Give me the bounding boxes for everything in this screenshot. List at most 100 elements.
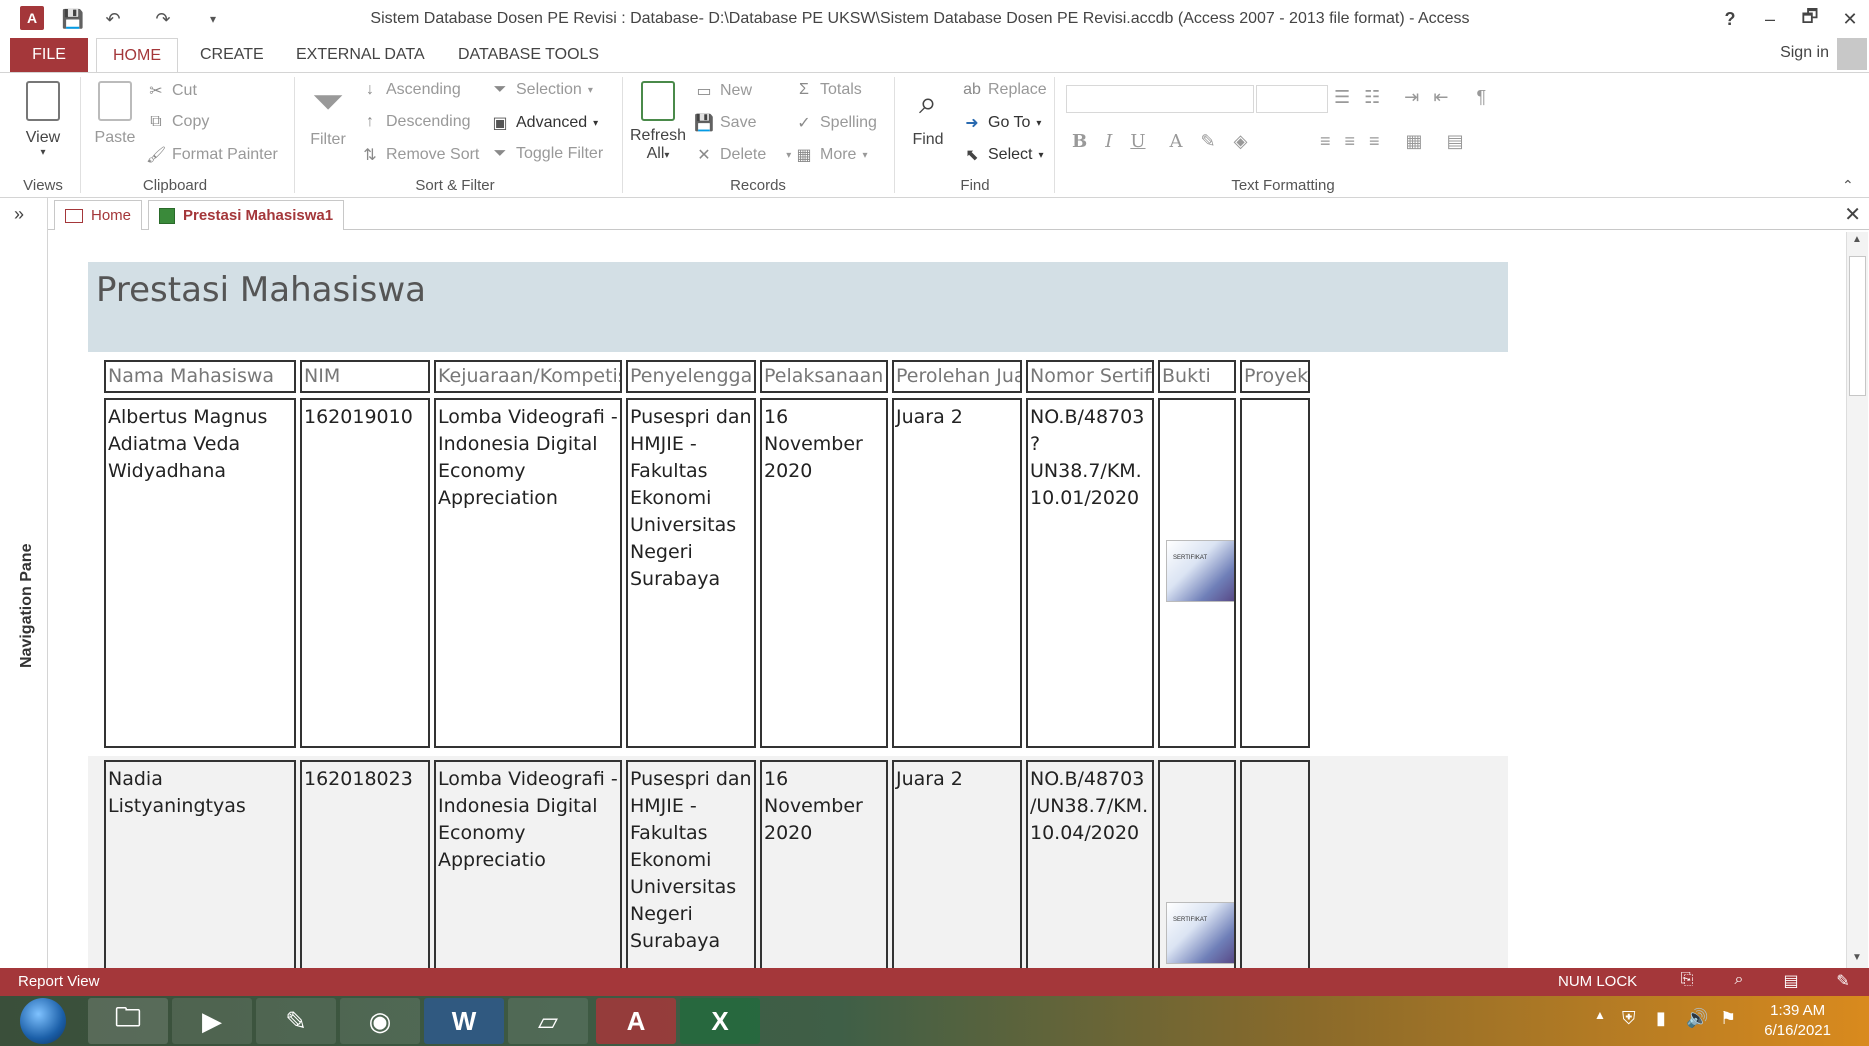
find-button[interactable]: ⌕ Find	[902, 81, 954, 149]
redo-icon[interactable]: ↷	[150, 6, 176, 32]
certificate-thumbnail[interactable]: SERTIFIKAT	[1166, 540, 1234, 602]
tab-file[interactable]: FILE	[10, 38, 88, 72]
advanced-button[interactable]: ▣ Advanced ▾	[490, 113, 598, 133]
new-record-button[interactable]: ▭ New	[694, 81, 752, 101]
undo-icon[interactable]: ↶	[100, 6, 126, 32]
descending-button[interactable]: ↑ Descending	[360, 113, 471, 131]
volume-icon[interactable]: 🔊	[1686, 1008, 1708, 1029]
access-taskbar-icon[interactable]: A	[596, 998, 676, 1044]
paste-button[interactable]: Paste	[90, 81, 140, 147]
file-explorer-icon[interactable]: 🗀	[88, 998, 168, 1044]
gridlines-icon[interactable]: ▦	[1406, 131, 1423, 152]
report-header: Prestasi Mahasiswa	[88, 262, 1508, 352]
indent-decrease-icon[interactable]: ⇤	[1433, 87, 1448, 108]
copy-button[interactable]: ⧉ Copy	[146, 113, 209, 131]
sort-filter-group-label: Sort & Filter	[415, 177, 495, 194]
tab-database-tools[interactable]: DATABASE TOOLS	[442, 38, 615, 72]
print-preview-icon[interactable]: ⌕	[1726, 971, 1752, 993]
format-painter-button[interactable]: 🖌 Format Painter	[146, 145, 278, 165]
tab-external-data[interactable]: EXTERNAL DATA	[280, 38, 441, 72]
start-button-icon[interactable]	[20, 998, 66, 1044]
more-button[interactable]: ▦ More ▾	[794, 145, 867, 165]
save-record-button[interactable]: 💾 Save	[694, 113, 756, 133]
alternate-row-color-icon[interactable]: ▤	[1447, 131, 1464, 152]
numbering-icon[interactable]: ☷	[1364, 87, 1380, 108]
italic-button[interactable]: I	[1105, 131, 1112, 152]
highlight-icon[interactable]: ✎	[1201, 131, 1216, 152]
customize-qat-icon[interactable]: ▾	[200, 6, 226, 32]
tray-expand-icon[interactable]: ▲	[1594, 1008, 1606, 1022]
toggle-filter-button[interactable]: ⏷ Toggle Filter	[490, 145, 604, 163]
align-left-icon[interactable]: ≡	[1320, 131, 1331, 152]
action-center-flag-icon[interactable]: ⚑	[1720, 1008, 1736, 1029]
refresh-all-button[interactable]: Refresh All▾	[630, 81, 686, 165]
media-player-icon[interactable]: ▶	[172, 998, 252, 1044]
cell-sertifikat: NO.B/48703?UN38.7/KM.10.01/2020	[1026, 398, 1154, 748]
chrome-icon[interactable]: ◉	[340, 998, 420, 1044]
layout-view-icon[interactable]: ▤	[1778, 971, 1804, 993]
tab-create[interactable]: CREATE	[184, 38, 280, 72]
vertical-scrollbar[interactable]: ▲ ▼	[1846, 232, 1868, 968]
close-document-button[interactable]: ✕	[1844, 202, 1861, 227]
fill-color-icon[interactable]: ◈	[1234, 131, 1248, 152]
font-size-select[interactable]	[1256, 85, 1328, 113]
report-view-icon[interactable]: ⎘	[1674, 971, 1700, 993]
certificate-thumbnail[interactable]: SERTIFIKAT	[1166, 902, 1234, 964]
replace-button[interactable]: ab Replace	[962, 81, 1047, 99]
collapse-ribbon-icon[interactable]: ⌃	[1842, 177, 1854, 194]
scrollbar-thumb[interactable]	[1849, 256, 1866, 396]
tab-home-form[interactable]: Home	[54, 200, 143, 230]
word-icon[interactable]: W	[424, 998, 504, 1044]
underline-button[interactable]: U	[1130, 131, 1145, 152]
delete-record-button[interactable]: ✕ Delete ▾	[694, 145, 791, 165]
sign-in-link[interactable]: Sign in	[1780, 44, 1829, 62]
find-group-label: Find	[960, 177, 990, 194]
restore-button[interactable]: 🗗	[1792, 4, 1828, 34]
tab-prestasi-mahasiswa1[interactable]: Prestasi Mahasiswa1	[148, 200, 345, 230]
align-right-icon[interactable]: ≡	[1369, 131, 1380, 152]
goto-button[interactable]: ➜ Go To ▾	[962, 113, 1041, 133]
totals-button[interactable]: Σ Totals	[794, 81, 862, 99]
excel-icon[interactable]: X	[680, 998, 760, 1044]
bullets-icon[interactable]: ☰	[1334, 87, 1350, 108]
close-window-button[interactable]: ✕	[1832, 4, 1868, 34]
network-signal-icon[interactable]: ▮	[1656, 1008, 1666, 1029]
remove-sort-button[interactable]: ⇅ Remove Sort	[360, 145, 479, 165]
cell-nama: Nadia Listyaningtyas	[104, 760, 296, 968]
more-label: More	[820, 146, 857, 163]
group-divider	[80, 77, 81, 193]
new-record-icon: ▭	[696, 83, 712, 100]
selection-button[interactable]: ⏷ Selection ▾	[490, 81, 593, 99]
cell-nama: Albertus Magnus Adiatma Veda Widyadhana	[104, 398, 296, 748]
select-button[interactable]: ⬉ Select ▾	[962, 145, 1043, 165]
indent-increase-icon[interactable]: ⇥	[1404, 87, 1419, 108]
bold-button[interactable]: B	[1072, 131, 1087, 152]
sticky-notes-icon[interactable]: ▱	[508, 998, 588, 1044]
font-name-select[interactable]	[1066, 85, 1254, 113]
spelling-icon: ✓	[797, 115, 811, 132]
nav-pane-toggle[interactable]: »	[14, 204, 24, 225]
help-button[interactable]: ?	[1712, 4, 1748, 34]
ascending-button[interactable]: ↓ Ascending	[360, 81, 461, 99]
paint-icon[interactable]: ✎	[256, 998, 336, 1044]
align-center-icon[interactable]: ≡	[1345, 131, 1356, 152]
scroll-down-icon[interactable]: ▼	[1852, 952, 1862, 963]
tab-home[interactable]: HOME	[96, 38, 178, 73]
view-button[interactable]: View ▾	[18, 81, 68, 158]
paragraph-direction-icon[interactable]: ¶	[1476, 87, 1486, 108]
cell-kejuaraan: Lomba Videografi - Indonesia Digital Eco…	[434, 760, 622, 968]
save-icon[interactable]: 💾	[60, 6, 86, 32]
status-bar: Report View NUM LOCK ⎘ ⌕ ▤ ✎	[0, 968, 1869, 996]
design-view-icon[interactable]: ✎	[1830, 971, 1856, 993]
spelling-button[interactable]: ✓ Spelling	[794, 113, 877, 133]
filter-button[interactable]: ⏷ Filter	[304, 81, 352, 149]
cut-button[interactable]: ✂ Cut	[146, 81, 197, 101]
font-color-button[interactable]: A	[1170, 131, 1183, 152]
filter-label: Filter	[310, 131, 346, 148]
system-clock[interactable]: 1:39 AM 6/16/2021	[1764, 1001, 1831, 1041]
status-view-label: Report View	[18, 973, 100, 990]
scroll-up-icon[interactable]: ▲	[1852, 234, 1862, 245]
user-avatar-icon[interactable]	[1837, 38, 1867, 70]
minimize-button[interactable]: –	[1752, 4, 1788, 34]
tray-app-icon[interactable]: ⛨	[1622, 1008, 1636, 1029]
